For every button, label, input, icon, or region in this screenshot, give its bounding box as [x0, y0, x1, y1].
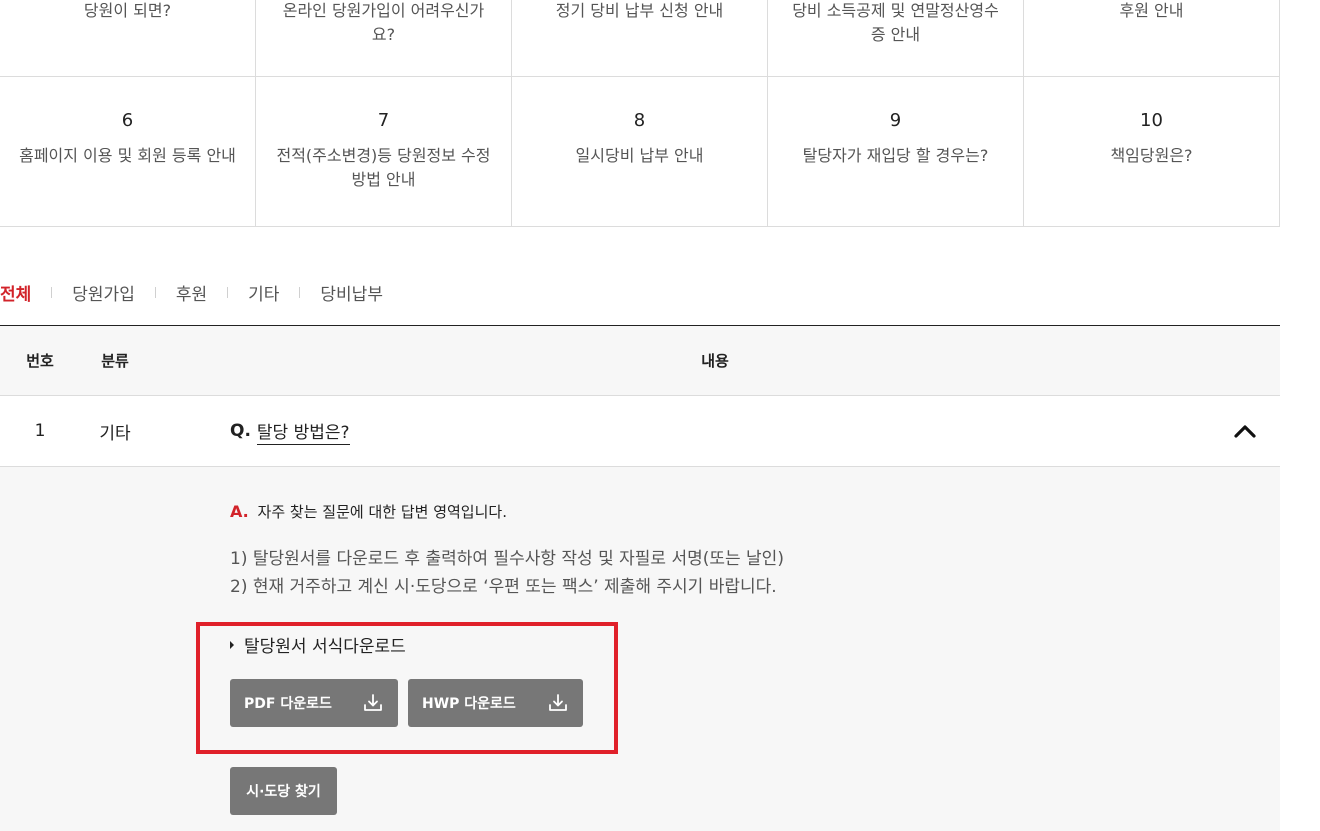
- table-row[interactable]: 1 기타 Q. 탈당 방법은?: [0, 396, 1280, 467]
- topic-card[interactable]: 9 탈당자가 재입당 할 경우는?: [768, 77, 1024, 226]
- question-link[interactable]: 탈당 방법은?: [256, 418, 350, 445]
- topic-title: 정기 당비 납부 신청 안내: [555, 1, 724, 20]
- download-icon: [364, 694, 382, 711]
- tab-dues-payment[interactable]: 당비납부: [320, 280, 383, 305]
- topic-title: 당원이 되면?: [83, 1, 172, 20]
- topic-card[interactable]: 6 홈페이지 이용 및 회원 등록 안내: [0, 77, 256, 226]
- topic-title: 일시당비 납부 안내: [575, 146, 704, 165]
- triangle-bullet-icon: [230, 640, 234, 649]
- pdf-download-label: PDF 다운로드: [244, 696, 332, 712]
- topic-number: 9: [889, 110, 902, 131]
- topic-card[interactable]: 정기 당비 납부 신청 안내: [512, 0, 768, 76]
- tab-other[interactable]: 기타: [248, 280, 279, 305]
- topic-card[interactable]: 당원이 되면?: [0, 0, 256, 76]
- tab-all[interactable]: 전체: [0, 280, 31, 305]
- topic-card[interactable]: 8 일시당비 납부 안내: [512, 77, 768, 226]
- tab-divider: [227, 286, 229, 298]
- answer-panel: A. 자주 찾는 질문에 대한 답변 영역입니다. 1) 탈당원서를 다운로드 …: [0, 467, 1280, 831]
- faq-topic-grid: 당원이 되면? 온라인 당원가입이 어려우신가요? 정기 당비 납부 신청 안내…: [0, 0, 1280, 227]
- row-question: Q. 탈당 방법은?: [230, 418, 350, 445]
- pdf-download-button[interactable]: PDF 다운로드: [230, 679, 398, 727]
- answer-line: 1) 탈당원서를 다운로드 후 출력하여 필수사항 작성 및 자필로 서명(또는…: [230, 549, 784, 569]
- collapse-toggle-button[interactable]: [1230, 416, 1260, 446]
- tab-membership[interactable]: 당원가입: [72, 280, 135, 305]
- row-category: 기타: [99, 423, 131, 444]
- tab-divider: [51, 286, 53, 298]
- answer-body: 1) 탈당원서를 다운로드 후 출력하여 필수사항 작성 및 자필로 서명(또는…: [230, 545, 784, 601]
- header-number: 번호: [26, 352, 54, 370]
- table-header: 번호 분류 내용: [0, 325, 1280, 396]
- topic-row-1: 당원이 되면? 온라인 당원가입이 어려우신가요? 정기 당비 납부 신청 안내…: [0, 0, 1280, 77]
- hwp-download-button[interactable]: HWP 다운로드: [408, 679, 583, 727]
- topic-number: 6: [121, 110, 134, 131]
- question-mark: Q.: [230, 421, 251, 441]
- answer-mark: A.: [230, 502, 249, 521]
- download-title: 탈당원서 서식다운로드: [230, 632, 406, 657]
- header-category: 분류: [101, 352, 129, 370]
- find-provincial-office-button[interactable]: 시·도당 찾기: [230, 767, 337, 815]
- tab-divider: [154, 286, 156, 298]
- download-section-highlight: 탈당원서 서식다운로드 PDF 다운로드 HWP 다운로드: [196, 622, 618, 754]
- topic-title: 당비 소득공제 및 연말정산영수증 안내: [792, 1, 999, 44]
- hwp-download-label: HWP 다운로드: [422, 696, 516, 712]
- download-icon: [549, 694, 567, 711]
- topic-card[interactable]: 10 책임당원은?: [1024, 77, 1280, 226]
- topic-card[interactable]: 온라인 당원가입이 어려우신가요?: [256, 0, 512, 76]
- answer-line: 2) 현재 거주하고 계신 시·도당으로 ‘우편 또는 팩스’ 제출해 주시기 …: [230, 577, 777, 597]
- topic-number: 8: [633, 110, 646, 131]
- header-content: 내용: [701, 352, 729, 370]
- topic-title: 탈당자가 재입당 할 경우는?: [802, 146, 989, 165]
- faq-table: 번호 분류 내용 1 기타 Q. 탈당 방법은?: [0, 325, 1280, 467]
- topic-number: 10: [1140, 110, 1163, 131]
- topic-title: 책임당원은?: [1110, 146, 1193, 165]
- topic-row-2: 6 홈페이지 이용 및 회원 등록 안내 7 전적(주소변경)등 당원정보 수정…: [0, 77, 1280, 226]
- topic-title: 전적(주소변경)등 당원정보 수정 방법 안내: [276, 146, 491, 189]
- topic-card[interactable]: 7 전적(주소변경)등 당원정보 수정 방법 안내: [256, 77, 512, 226]
- topic-title: 온라인 당원가입이 어려우신가요?: [282, 1, 485, 44]
- tab-divider: [299, 286, 301, 298]
- row-number: 1: [34, 421, 46, 441]
- topic-card[interactable]: 당비 소득공제 및 연말정산영수증 안내: [768, 0, 1024, 76]
- answer-heading-text: 자주 찾는 질문에 대한 답변 영역입니다.: [257, 503, 507, 521]
- download-title-text: 탈당원서 서식다운로드: [244, 637, 406, 657]
- answer-heading: A. 자주 찾는 질문에 대한 답변 영역입니다.: [230, 501, 507, 522]
- category-tabs: 전체 당원가입 후원 기타 당비납부: [0, 278, 383, 306]
- chevron-up-icon: [1234, 425, 1256, 438]
- topic-card[interactable]: 후원 안내: [1024, 0, 1280, 76]
- topic-number: 7: [377, 110, 390, 131]
- topic-title: 홈페이지 이용 및 회원 등록 안내: [19, 146, 236, 165]
- tab-donation[interactable]: 후원: [176, 280, 207, 305]
- topic-title: 후원 안내: [1119, 1, 1184, 20]
